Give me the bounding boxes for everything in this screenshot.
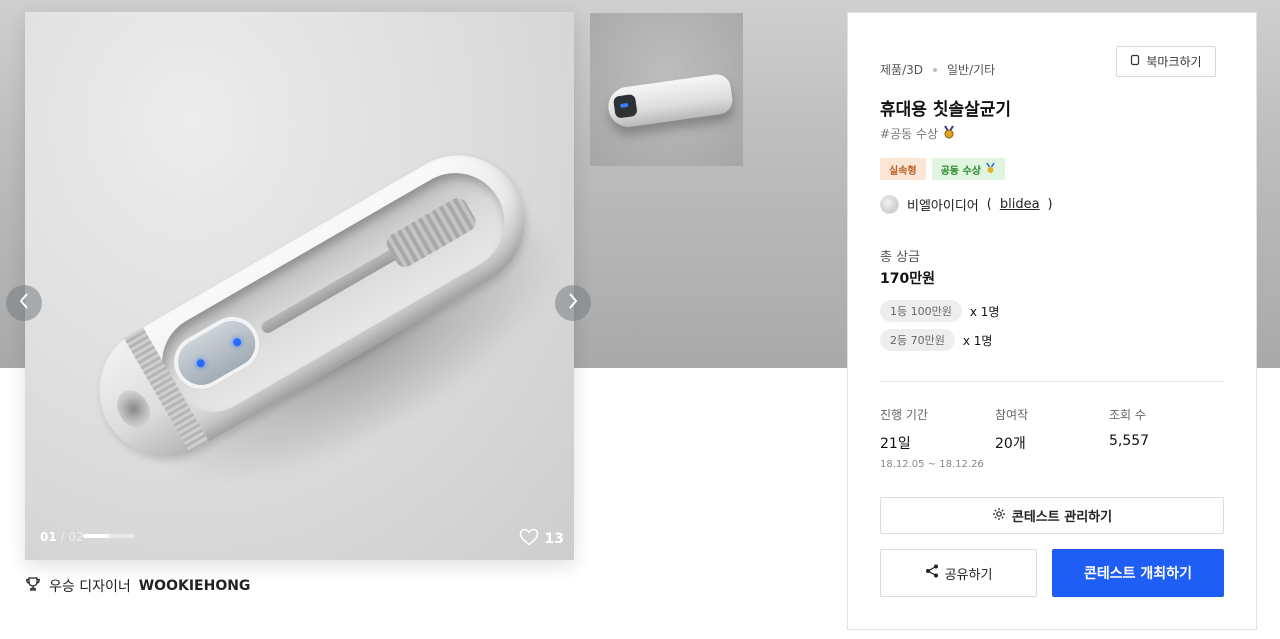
hashtag-text: #공동 수상 <box>880 127 939 141</box>
host-contest-button[interactable]: 콘테스트 개최하기 <box>1052 549 1224 597</box>
slide-counter-separator: / <box>56 530 69 544</box>
stat-period-label: 진행 기간 <box>880 408 928 422</box>
share-button[interactable]: 공유하기 <box>880 549 1037 597</box>
heart-icon <box>519 528 539 550</box>
contest-title: 휴대용 칫솔살균기 <box>880 100 1012 120</box>
host-handle-open: ( <box>986 197 992 212</box>
slide-counter-total: 02 <box>68 530 84 544</box>
slide-counter-current: 01 <box>40 530 57 544</box>
thumbnail-device-render <box>605 72 735 130</box>
medal-icon <box>942 125 956 142</box>
gear-icon <box>992 507 1006 525</box>
prize-winner-count: x 1명 <box>962 333 993 348</box>
category-secondary[interactable]: 일반/기타 <box>947 61 995 78</box>
thumbnail-image[interactable] <box>590 13 743 166</box>
category-primary[interactable]: 제품/3D <box>880 61 923 78</box>
manage-contest-button[interactable]: 콘테스트 관리하기 <box>880 497 1224 534</box>
host-contest-label: 콘테스트 개최하기 <box>1084 566 1192 582</box>
slide-progress-fill <box>83 534 109 538</box>
manage-contest-label: 콘테스트 관리하기 <box>1011 510 1113 525</box>
stat-period-value: 21일 <box>880 436 911 452</box>
host-name: 비엘아이디어 <box>907 199 979 214</box>
slide-counter: 01 / 02 <box>40 530 84 544</box>
stat-views-label: 조회 수 <box>1109 408 1146 422</box>
total-prize-value: 170만원 <box>880 271 935 287</box>
avatar <box>880 195 899 214</box>
contest-host[interactable]: 비엘아이디어 ( blidea) <box>880 195 1053 214</box>
prize-winner-count: x 1명 <box>969 304 1000 319</box>
badge-contest-type-label: 실속형 <box>889 165 917 177</box>
category-separator <box>933 67 937 72</box>
stat-views-value: 5,557 <box>1109 433 1150 449</box>
prize-row: 2등 70만원 x 1명 <box>880 329 992 351</box>
hashtag: #공동 수상 <box>880 125 956 142</box>
host-handle[interactable]: blidea <box>1000 197 1040 212</box>
chevron-right-icon <box>567 292 579 314</box>
medal-icon <box>985 162 996 177</box>
stat-views: 조회 수 5,557 <box>1109 406 1149 449</box>
badge-group: 실속형 공동 수상 <box>880 158 1005 180</box>
badge-joint-award: 공동 수상 <box>931 158 1005 180</box>
like-count: 13 <box>544 531 564 547</box>
host-handle-close: ) <box>1047 197 1053 212</box>
stat-entries-label: 참여작 <box>995 408 1029 422</box>
category-breadcrumb: 제품/3D 일반/기타 <box>880 61 995 78</box>
share-label: 공유하기 <box>944 567 993 583</box>
like-button[interactable]: 13 <box>519 528 564 550</box>
section-divider <box>880 381 1224 382</box>
stat-period-dates: 18.12.05 ~ 18.12.26 <box>880 459 984 470</box>
prize-rank-chip: 1등 100만원 <box>880 300 962 322</box>
stat-entries: 참여작 20개 <box>995 406 1028 453</box>
winner-label: 우승 디자이너 <box>49 579 131 595</box>
previous-image-button[interactable] <box>6 285 42 321</box>
prize-row: 1등 100만원 x 1명 <box>880 300 999 322</box>
stat-entries-value: 20개 <box>995 436 1026 452</box>
winner-name[interactable]: WOOKIEHONG <box>139 578 251 594</box>
winner-designer: 우승 디자이너 WOOKIEHONG <box>25 576 250 596</box>
badge-contest-type: 실속형 <box>880 158 926 180</box>
contest-info-card: 제품/3D 일반/기타 북마크하기 휴대용 칫솔살균기 #공동 수상 실속형 공… <box>847 12 1257 630</box>
prize-rank-chip: 2등 70만원 <box>880 329 955 351</box>
share-icon <box>925 564 939 582</box>
stat-period: 진행 기간 21일 18.12.05 ~ 18.12.26 <box>880 406 984 470</box>
badge-joint-award-label: 공동 수상 <box>940 165 981 177</box>
bookmark-icon <box>1130 54 1140 69</box>
main-product-image[interactable]: 01 / 02 13 <box>25 12 574 560</box>
trophy-icon <box>25 576 41 596</box>
bookmark-button[interactable]: 북마크하기 <box>1116 46 1216 77</box>
total-prize-label: 총 상금 <box>880 250 921 265</box>
slide-progress-track <box>83 534 135 538</box>
chevron-left-icon <box>18 292 30 314</box>
next-image-button[interactable] <box>555 285 591 321</box>
bookmark-label: 북마크하기 <box>1146 55 1202 69</box>
